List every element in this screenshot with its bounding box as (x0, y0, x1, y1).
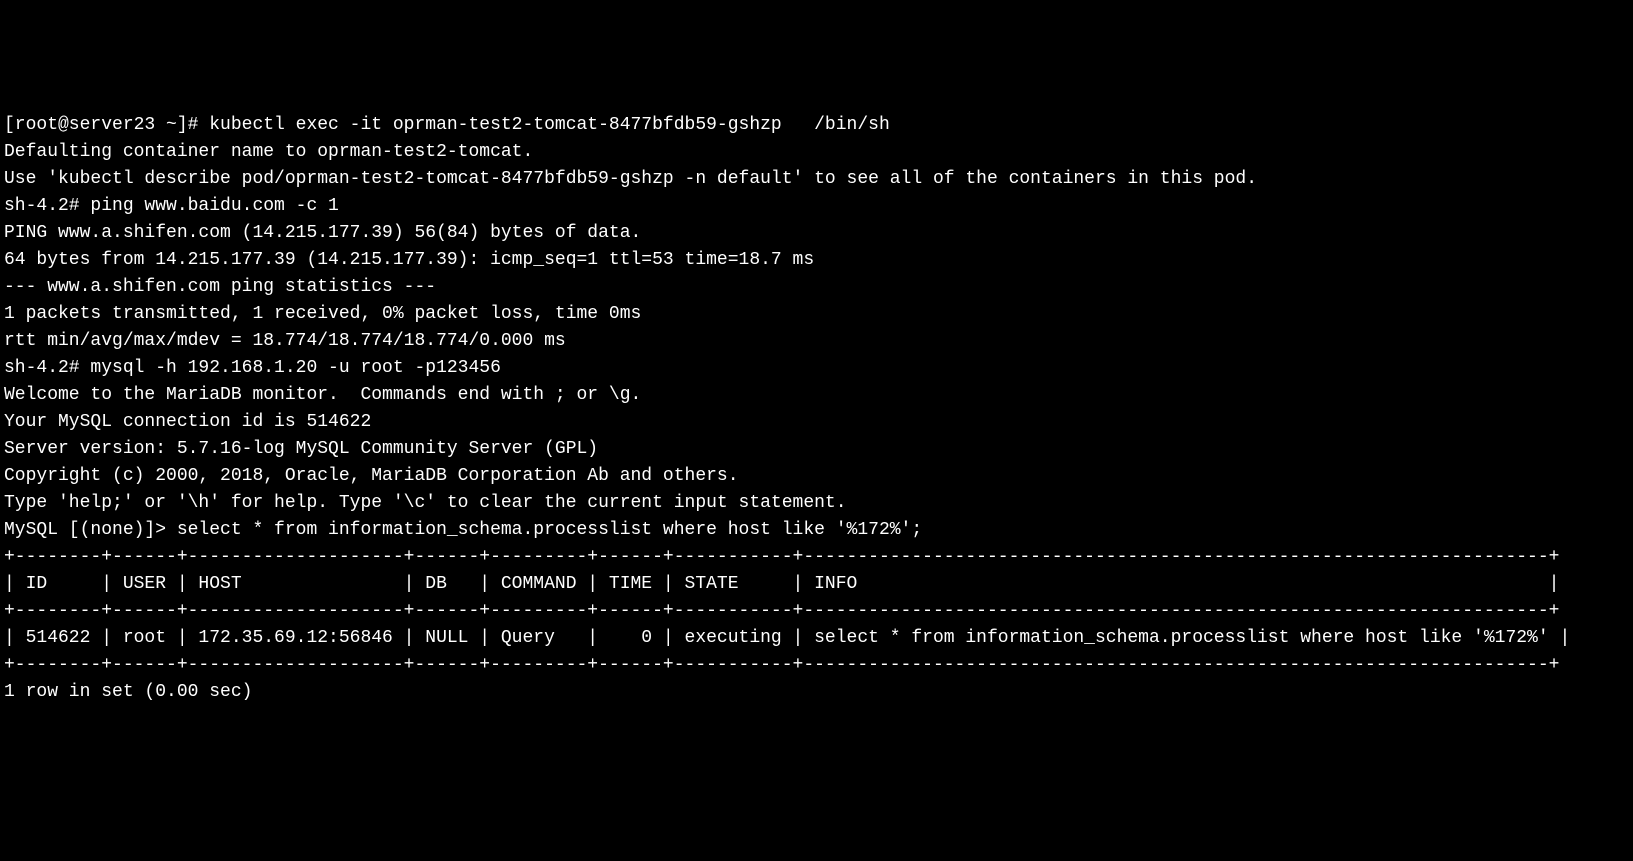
table-row: | 514622 | root | 172.35.69.12:56846 | N… (4, 625, 1629, 652)
output-line: Type 'help;' or '\h' for help. Type '\c'… (4, 490, 1629, 517)
output-line: --- www.a.shifen.com ping statistics --- (4, 274, 1629, 301)
output-line: Use 'kubectl describe pod/oprman-test2-t… (4, 166, 1629, 193)
output-line: 1 packets transmitted, 1 received, 0% pa… (4, 301, 1629, 328)
shell-prompt-line: sh-4.2# ping www.baidu.com -c 1 (4, 193, 1629, 220)
output-line: Server version: 5.7.16-log MySQL Communi… (4, 436, 1629, 463)
table-border: +--------+------+--------------------+--… (4, 652, 1629, 679)
output-line: PING www.a.shifen.com (14.215.177.39) 56… (4, 220, 1629, 247)
output-line: Your MySQL connection id is 514622 (4, 409, 1629, 436)
output-line: 64 bytes from 14.215.177.39 (14.215.177.… (4, 247, 1629, 274)
mysql-prompt-line: MySQL [(none)]> select * from informatio… (4, 517, 1629, 544)
terminal-output[interactable]: [root@server23 ~]# kubectl exec -it oprm… (4, 112, 1629, 706)
shell-prompt-line: [root@server23 ~]# kubectl exec -it oprm… (4, 112, 1629, 139)
result-summary: 1 row in set (0.00 sec) (4, 679, 1629, 706)
table-border: +--------+------+--------------------+--… (4, 544, 1629, 571)
table-header: | ID | USER | HOST | DB | COMMAND | TIME… (4, 571, 1629, 598)
output-line: Defaulting container name to oprman-test… (4, 139, 1629, 166)
shell-prompt-line: sh-4.2# mysql -h 192.168.1.20 -u root -p… (4, 355, 1629, 382)
table-border: +--------+------+--------------------+--… (4, 598, 1629, 625)
output-line: Welcome to the MariaDB monitor. Commands… (4, 382, 1629, 409)
output-line: rtt min/avg/max/mdev = 18.774/18.774/18.… (4, 328, 1629, 355)
output-line: Copyright (c) 2000, 2018, Oracle, MariaD… (4, 463, 1629, 490)
